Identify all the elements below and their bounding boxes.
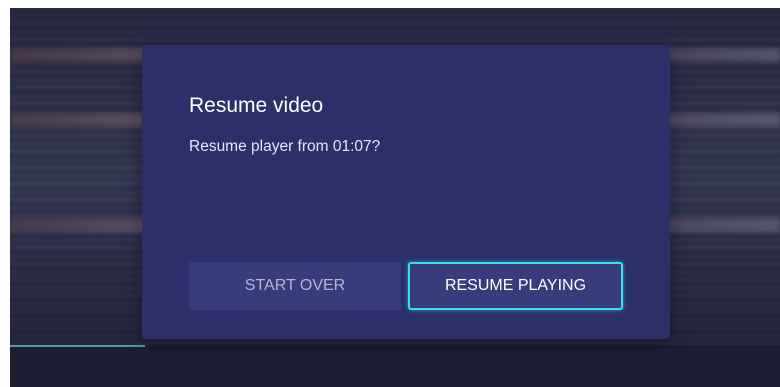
dialog-message: Resume player from 01:07? xyxy=(189,138,381,155)
resume-video-dialog: Resume video Resume player from 01:07? S… xyxy=(142,45,670,339)
player-bottom-bar xyxy=(10,345,780,387)
resume-playing-button[interactable]: RESUME PLAYING xyxy=(408,262,623,310)
start-over-button[interactable]: START OVER xyxy=(189,262,401,310)
video-player-background: Resume video Resume player from 01:07? S… xyxy=(10,8,780,387)
playback-progress xyxy=(10,345,145,347)
top-cropped-caption xyxy=(0,0,780,8)
dialog-title: Resume video xyxy=(189,94,324,117)
